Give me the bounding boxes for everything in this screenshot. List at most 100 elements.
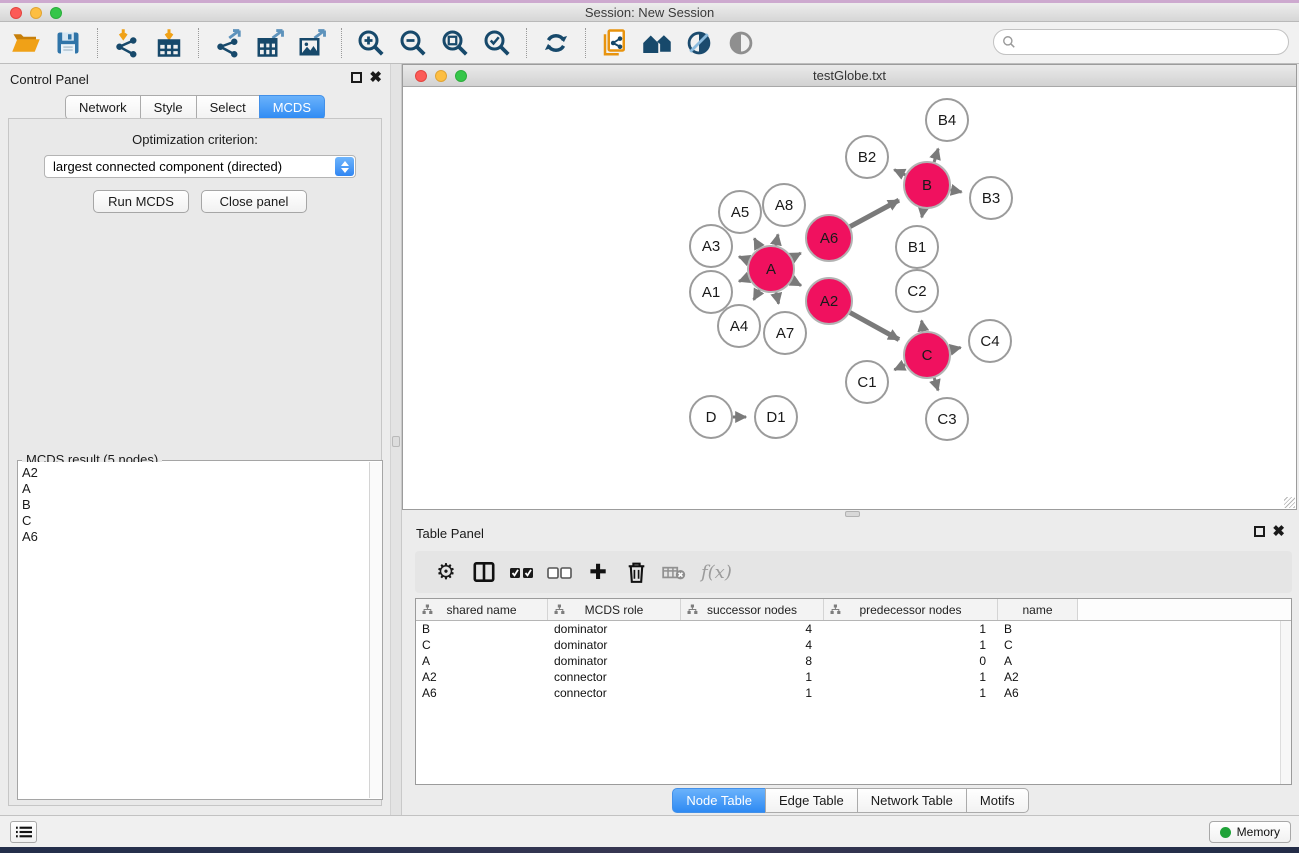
export-table-button[interactable] [252,25,288,61]
table-row[interactable]: Bdominator41B [416,621,1291,637]
edge-A-A6[interactable] [792,253,801,258]
delete-column-button[interactable] [619,555,653,589]
graph-node-B3[interactable]: B3 [970,177,1012,219]
table-settings-button[interactable]: ⚙ [429,555,463,589]
zoom-fit-button[interactable] [437,25,473,61]
column-header-successor-nodes[interactable]: successor nodes [681,599,824,620]
close-panel-icon[interactable]: ✖ [369,72,382,83]
edge-B-B2[interactable] [894,170,905,175]
save-session-button[interactable] [50,25,86,61]
column-header-predecessor-nodes[interactable]: predecessor nodes [824,599,998,620]
table-cell[interactable]: 1 [824,685,998,701]
table-cell[interactable]: A [416,653,548,669]
graph-node-A7[interactable]: A7 [764,312,806,354]
edge-A2-C[interactable] [850,313,899,340]
function-builder-button[interactable]: f(x) [701,562,732,583]
horizontal-splitter-handle[interactable] [845,511,860,517]
open-session-button[interactable] [8,25,44,61]
graph-node-A1[interactable]: A1 [690,271,732,313]
resize-grip[interactable] [1284,497,1295,508]
edge-A-A2[interactable] [792,281,801,286]
edge-C-C4[interactable] [950,348,960,350]
tab-motifs[interactable]: Motifs [966,788,1029,813]
graph-node-B[interactable]: B [904,162,950,208]
table-row[interactable]: A6connector11A6 [416,685,1291,701]
edge-B-B1[interactable] [922,209,923,218]
graph-node-A2[interactable]: A2 [806,278,852,324]
mcds-result-item[interactable]: A6 [22,529,368,545]
edge-C-C1[interactable] [894,365,905,370]
graph-node-C[interactable]: C [904,332,950,378]
graph-node-B2[interactable]: B2 [846,136,888,178]
table-cell[interactable]: C [998,637,1078,653]
horizontal-splitter[interactable] [402,510,1299,518]
graph-node-A5[interactable]: A5 [719,191,761,233]
export-network-button[interactable] [210,25,246,61]
edge-A-A4[interactable] [754,290,760,300]
show-columns-button[interactable] [467,555,501,589]
edge-A-A7[interactable] [776,292,779,303]
table-cell[interactable]: 1 [681,669,824,685]
table-cell[interactable]: 4 [681,637,824,653]
graph-node-A4[interactable]: A4 [718,305,760,347]
network-graph[interactable]: AA1A2A3A4A5A6A7A8BB1B2B3B4CC1C2C3C4DD1 [403,87,1296,510]
close-table-panel-icon[interactable]: ✖ [1272,526,1285,537]
table-cell[interactable]: B [998,621,1078,637]
table-cell[interactable]: C [416,637,548,653]
select-all-columns-button[interactable] [505,555,539,589]
clone-network-button[interactable] [597,25,633,61]
graph-node-C4[interactable]: C4 [969,320,1011,362]
graph-node-A6[interactable]: A6 [806,215,852,261]
graph-node-C1[interactable]: C1 [846,361,888,403]
zoom-in-button[interactable] [353,25,389,61]
table-cell[interactable]: A [998,653,1078,669]
column-header-shared-name[interactable]: shared name [416,599,548,620]
table-cell[interactable]: A6 [998,685,1078,701]
graph-node-D1[interactable]: D1 [755,396,797,438]
edge-A-A8[interactable] [776,234,778,245]
table-cell[interactable]: 1 [824,669,998,685]
close-panel-button[interactable]: Close panel [201,190,307,213]
edge-A6-B[interactable] [850,200,899,226]
memory-button[interactable]: Memory [1209,821,1291,843]
edge-B-B3[interactable] [951,190,962,192]
mcds-result-item[interactable]: C [22,513,368,529]
edge-A-A3[interactable] [739,257,749,261]
table-cell[interactable]: dominator [548,637,681,653]
zoom-selected-button[interactable] [479,25,515,61]
edge-B-B4[interactable] [934,149,938,162]
graph-node-A3[interactable]: A3 [690,225,732,267]
table-cell[interactable]: 1 [681,685,824,701]
table-row[interactable]: A2connector11A2 [416,669,1291,685]
tab-style[interactable]: Style [140,95,197,120]
table-cell[interactable]: A2 [998,669,1078,685]
deselect-all-columns-button[interactable] [543,555,577,589]
float-table-panel-icon[interactable] [1254,526,1265,537]
tab-select[interactable]: Select [196,95,260,120]
splitter-handle[interactable] [392,436,400,447]
search-box[interactable] [993,29,1289,55]
table-scrollbar[interactable] [1280,621,1291,784]
tab-network[interactable]: Network [65,95,141,120]
table-cell[interactable]: 1 [824,621,998,637]
run-mcds-button[interactable]: Run MCDS [93,190,189,213]
table-cell[interactable]: dominator [548,621,681,637]
table-cell[interactable]: connector [548,685,681,701]
table-cell[interactable]: 4 [681,621,824,637]
export-image-button[interactable] [294,25,330,61]
show-details-button[interactable] [723,25,759,61]
edge-A-A5[interactable] [754,238,759,248]
delete-table-button[interactable] [657,555,691,589]
tab-node-table[interactable]: Node Table [672,788,766,813]
table-cell[interactable]: B [416,621,548,637]
mcds-result-item[interactable]: B [22,497,368,513]
hide-details-button[interactable] [681,25,717,61]
criterion-select[interactable]: largest connected component (directed) [44,155,356,178]
search-input[interactable] [1022,35,1280,50]
table-cell[interactable]: 8 [681,653,824,669]
table-cell[interactable]: 0 [824,653,998,669]
column-header-mcds-role[interactable]: MCDS role [548,599,681,620]
refresh-button[interactable] [538,25,574,61]
float-panel-icon[interactable] [351,72,362,83]
mcds-result-item[interactable]: A [22,481,368,497]
